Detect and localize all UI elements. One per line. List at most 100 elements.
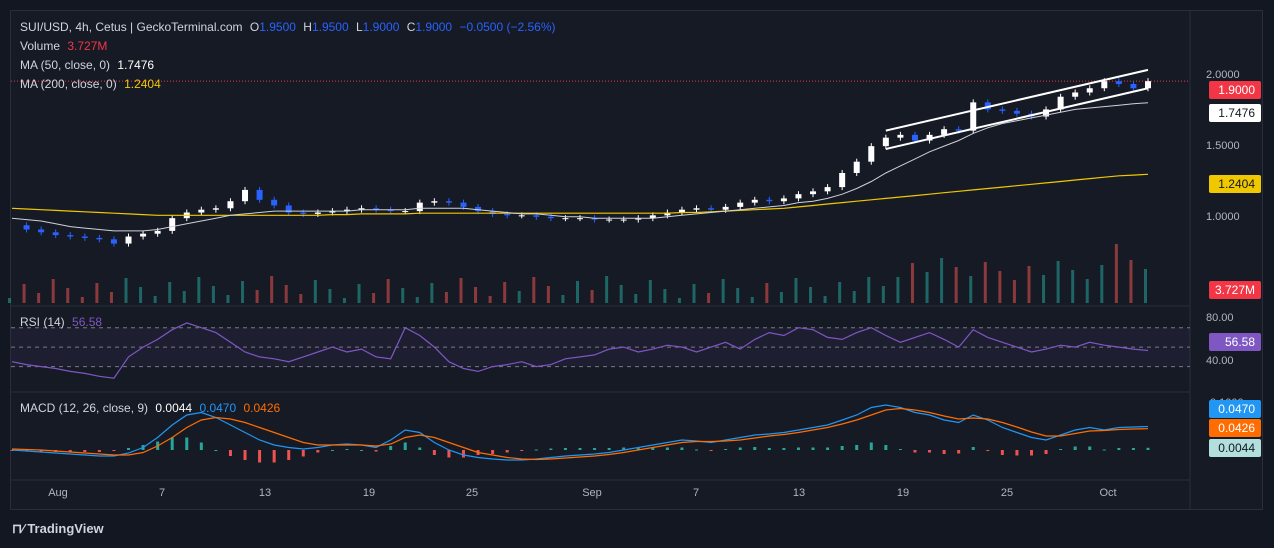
candle-body bbox=[242, 189, 249, 202]
chart-canvas[interactable] bbox=[0, 0, 1274, 548]
macd-histogram-bar bbox=[796, 447, 800, 450]
macd-histogram-bar bbox=[447, 450, 451, 458]
ma50-legend[interactable]: MA (50, close, 0) 1.7476 bbox=[20, 58, 158, 72]
volume-bar bbox=[1129, 260, 1133, 303]
open-value: 1.9500 bbox=[259, 20, 296, 34]
candle-body bbox=[693, 208, 700, 210]
last-price-label: 1.9000 bbox=[1209, 81, 1261, 99]
x-tick-aug-19: 19 bbox=[362, 487, 376, 499]
candle-body bbox=[402, 211, 409, 213]
volume-bar bbox=[284, 285, 288, 303]
candle-body bbox=[460, 202, 467, 207]
candle-body bbox=[1101, 81, 1108, 89]
macd-histogram-bar bbox=[578, 448, 582, 450]
high-label: H bbox=[303, 20, 312, 34]
candle-body bbox=[1145, 81, 1151, 89]
macd-histogram-bar bbox=[826, 447, 830, 450]
price-tick-2: 2.0000 bbox=[1206, 69, 1240, 81]
macd-histogram-bar bbox=[1102, 449, 1106, 451]
candle-body bbox=[955, 129, 962, 131]
volume-bar bbox=[270, 276, 274, 303]
ma200-line bbox=[11, 173, 1149, 216]
macd-histogram-bar bbox=[738, 447, 742, 450]
volume-bar bbox=[852, 291, 856, 303]
macd-histogram-bar bbox=[957, 450, 961, 454]
volume-bar bbox=[634, 294, 638, 303]
macd-histogram-bar bbox=[258, 450, 262, 463]
candle-body bbox=[52, 232, 59, 236]
volume-bar bbox=[386, 279, 390, 303]
candle-body bbox=[227, 201, 234, 209]
candle-body bbox=[780, 198, 787, 202]
volume-bar bbox=[124, 278, 128, 303]
volume-bar bbox=[342, 298, 346, 303]
candle-body bbox=[445, 201, 452, 203]
candle-body bbox=[38, 229, 45, 233]
macd-histogram-bar bbox=[345, 449, 349, 450]
rsi-legend[interactable]: RSI (14) 56.58 bbox=[20, 315, 106, 329]
volume-bar bbox=[576, 281, 579, 303]
volume-bar bbox=[546, 286, 550, 303]
macd-histogram-bar bbox=[593, 448, 597, 450]
volume-bar bbox=[590, 290, 594, 303]
volume-bar bbox=[881, 286, 885, 303]
candle-body bbox=[81, 236, 88, 238]
volume-bar bbox=[969, 276, 973, 303]
macd-histogram-bar bbox=[607, 448, 611, 450]
open-label: O bbox=[249, 20, 260, 34]
macd-histogram-bar bbox=[316, 450, 320, 453]
x-tick-sep: Sep bbox=[582, 487, 602, 499]
volume-bar bbox=[1100, 265, 1104, 303]
candle-body bbox=[1115, 81, 1122, 85]
volume-bar bbox=[109, 292, 113, 303]
symbol-title: SUI/USD, 4h, Cetus | GeckoTerminal.com bbox=[20, 20, 243, 34]
macd-histogram-bar bbox=[913, 450, 917, 453]
candle-body bbox=[212, 208, 219, 210]
candle-body bbox=[271, 199, 278, 206]
macd-histogram-bar bbox=[986, 450, 990, 451]
volume-bar bbox=[838, 282, 842, 303]
volume-bar bbox=[940, 258, 944, 303]
volume-bar bbox=[925, 272, 929, 303]
macd-price-label: 0.0470 bbox=[1209, 400, 1261, 418]
candle-body bbox=[897, 134, 904, 138]
macd-histogram-bar bbox=[680, 447, 684, 450]
hist-price-label: 0.0044 bbox=[1209, 439, 1261, 457]
ma200-legend[interactable]: MA (200, close, 0) 1.2404 bbox=[20, 77, 165, 91]
volume-bar bbox=[532, 277, 536, 303]
macd-histogram-bar bbox=[170, 437, 174, 450]
volume-bar bbox=[896, 277, 900, 303]
macd-legend[interactable]: MACD (12, 26, close, 9) 0.0044 0.0470 0.… bbox=[20, 401, 284, 415]
macd-histogram-bar bbox=[884, 445, 888, 450]
volume-bar bbox=[692, 284, 696, 303]
tradingview-logo[interactable]: ⊓∕ TradingView bbox=[12, 521, 104, 537]
candle-body bbox=[577, 218, 583, 220]
volume-bar bbox=[139, 287, 143, 303]
volume-bar bbox=[488, 296, 492, 303]
candle-body bbox=[562, 218, 569, 220]
volume-bar bbox=[605, 276, 609, 303]
volume-bar bbox=[1144, 269, 1147, 303]
candle-body bbox=[853, 161, 860, 173]
candle-body bbox=[708, 208, 715, 210]
candle-body bbox=[504, 213, 511, 216]
candle-body bbox=[1013, 110, 1020, 114]
candle-body bbox=[416, 202, 423, 212]
candle-body bbox=[96, 237, 103, 240]
volume-price-label: 3.727M bbox=[1208, 281, 1261, 299]
volume-bar bbox=[328, 289, 332, 303]
ma50-price-label: 1.7476 bbox=[1209, 104, 1261, 122]
x-tick-aug-25: 25 bbox=[465, 487, 479, 499]
macd-histogram-bar bbox=[782, 448, 786, 450]
volume-bar bbox=[561, 295, 565, 303]
volume-bar bbox=[226, 295, 230, 303]
macd-histogram-bar bbox=[1044, 450, 1048, 454]
candle-body bbox=[169, 218, 176, 231]
candle-body bbox=[999, 109, 1006, 111]
candle-body bbox=[737, 202, 744, 207]
symbol-legend[interactable]: SUI/USD, 4h, Cetus | GeckoTerminal.com O… bbox=[20, 20, 560, 34]
rsi-tick-40: 40.00 bbox=[1206, 355, 1234, 367]
candle-body bbox=[1072, 92, 1079, 97]
volume-bar bbox=[998, 271, 1002, 303]
volume-legend[interactable]: Volume 3.727M bbox=[20, 39, 111, 53]
